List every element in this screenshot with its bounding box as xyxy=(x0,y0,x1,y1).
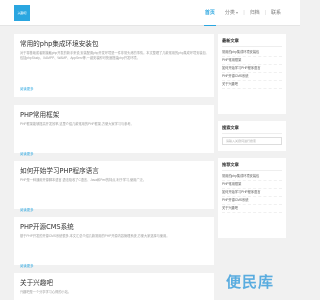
post-excerpt: 对于零基础或者刚接触php开发的新手来说,安装配置php开发环境是一件非常头疼的… xyxy=(20,51,207,60)
read-more-link[interactable]: 阅读更多 xyxy=(20,151,34,156)
sidebar-post-link[interactable]: PHP开源CMS系统 xyxy=(222,73,282,81)
sidebar-post-link[interactable]: 如何开始学习PHP程序语言 xyxy=(222,189,282,197)
sidebar-post-link[interactable]: 关于兴趣吧 xyxy=(222,81,282,89)
nav-category-label: 分类 xyxy=(224,10,235,16)
post-title[interactable]: PHP常用框架 xyxy=(20,111,208,120)
sidebar-post-link[interactable]: PHP常用框架 xyxy=(222,181,282,189)
post-excerpt: 兴趣吧是一个分享学习心得的小站。 xyxy=(20,290,71,294)
latest-posts-panel: 最新文章 常用的php集成环境安装包 PHP常用框架 如何开始学习PHP程序语言… xyxy=(218,34,286,114)
panel-title: 推荐文章 xyxy=(222,162,282,171)
post-card: 如何开始学习PHP程序语言 PHP是一种通用开源脚本语言,语法吸收了C语言、Ja… xyxy=(14,161,214,212)
sidebar-post-link[interactable]: 如何开始学习PHP程序语言 xyxy=(222,65,282,73)
sidebar-post-link[interactable]: 常用的php集成环境安装包 xyxy=(222,173,282,181)
read-more-link[interactable]: 阅读更多 xyxy=(20,207,34,212)
chevron-down-icon xyxy=(236,12,239,14)
nav-contact[interactable]: 联系 xyxy=(266,0,286,26)
main-nav: 首页 分类 | 归档 | 联系 xyxy=(200,0,286,26)
sidebar-post-link[interactable]: PHP常用框架 xyxy=(222,57,282,65)
nav-home[interactable]: 首页 xyxy=(200,0,220,26)
site-header: 兴趣吧 首页 分类 | 归档 | 联系 xyxy=(0,0,300,26)
nav-archive[interactable]: 归档 xyxy=(245,0,265,26)
post-title[interactable]: PHP开源CMS系统 xyxy=(20,223,208,232)
post-excerpt: PHP是一种通用开源脚本语言,语法吸收了C语言、Java和Perl的特点,利于学… xyxy=(20,178,146,182)
search-input[interactable]: 请输入关键词进行搜索 xyxy=(222,137,282,145)
post-excerpt: 基于PHP开发的开源CMS系统很多,本文汇总介绍几款常用的PHP开源内容管理系统… xyxy=(20,234,170,238)
post-card: 常用的php集成环境安装包 对于零基础或者刚接触php开发的新手来说,安装配置p… xyxy=(14,34,214,97)
sidebar: 最新文章 常用的php集成环境安装包 PHP常用框架 如何开始学习PHP程序语言… xyxy=(218,34,286,245)
sidebar-post-link[interactable]: 关于兴趣吧 xyxy=(222,205,282,213)
watermark-logo: 便民库 xyxy=(225,272,274,291)
post-list: 常用的php集成环境安装包 对于零基础或者刚接触php开发的新手来说,安装配置p… xyxy=(14,34,214,300)
sidebar-post-link[interactable]: 常用的php集成环境安装包 xyxy=(222,49,282,57)
post-title[interactable]: 关于兴趣吧 xyxy=(20,279,208,288)
recommended-posts-panel: 推荐文章 常用的php集成环境安装包 PHP常用框架 如何开始学习PHP程序语言… xyxy=(218,158,286,238)
panel-title: 最新文章 xyxy=(222,38,282,47)
post-card: PHP开源CMS系统 基于PHP开发的开源CMS系统很多,本文汇总介绍几款常用的… xyxy=(14,217,214,268)
panel-title: 搜索文章 xyxy=(222,125,282,134)
sidebar-post-link[interactable]: PHP开源CMS系统 xyxy=(222,197,282,205)
search-panel: 搜索文章 请输入关键词进行搜索 xyxy=(218,121,286,151)
post-card: 关于兴趣吧 兴趣吧是一个分享学习心得的小站。 xyxy=(14,273,214,300)
post-card: PHP常用框架 PHP框架能够提高开发效率,这里介绍几款常用的PHP框架,方便大… xyxy=(14,105,214,156)
site-logo[interactable]: 兴趣吧 xyxy=(14,5,30,21)
post-excerpt: PHP框架能够提高开发效率,这里介绍几款常用的PHP框架,方便大家学习与参考。 xyxy=(20,122,134,126)
post-title[interactable]: 如何开始学习PHP程序语言 xyxy=(20,167,208,176)
post-title[interactable]: 常用的php集成环境安装包 xyxy=(20,40,208,49)
nav-category[interactable]: 分类 xyxy=(220,0,244,26)
read-more-link[interactable]: 阅读更多 xyxy=(20,86,34,91)
read-more-link[interactable]: 阅读更多 xyxy=(20,263,34,268)
